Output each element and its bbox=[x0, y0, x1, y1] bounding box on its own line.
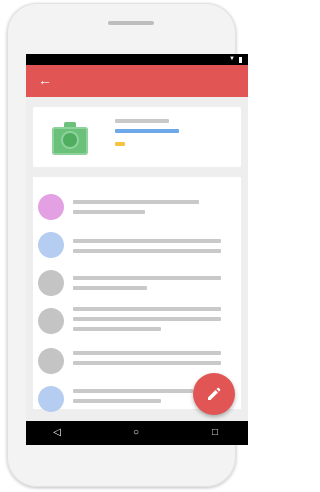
home-circle-icon[interactable]: ○ bbox=[129, 426, 143, 440]
recents-square-icon[interactable]: □ bbox=[208, 426, 222, 440]
wifi-icon: ▼ bbox=[229, 56, 235, 62]
list-item[interactable] bbox=[33, 303, 241, 341]
header-badge bbox=[115, 142, 125, 146]
avatar bbox=[38, 386, 64, 412]
edit-pencil-icon bbox=[208, 387, 221, 400]
edit-fab[interactable] bbox=[193, 373, 235, 415]
avatar bbox=[38, 270, 64, 296]
list-item[interactable] bbox=[33, 189, 241, 227]
header-card bbox=[33, 107, 241, 167]
header-subtitle-placeholder bbox=[115, 129, 179, 133]
app-bar: ← bbox=[26, 65, 248, 97]
list-item[interactable] bbox=[33, 265, 241, 303]
back-arrow-icon[interactable]: ← bbox=[36, 71, 54, 89]
camera-icon bbox=[52, 119, 88, 155]
avatar bbox=[38, 232, 64, 258]
navigation-bar: ◁ ○ □ bbox=[26, 421, 248, 445]
avatar bbox=[38, 194, 64, 220]
header-title-placeholder bbox=[115, 119, 169, 123]
battery-icon bbox=[239, 56, 242, 63]
back-triangle-icon[interactable]: ◁ bbox=[50, 426, 64, 440]
avatar bbox=[38, 308, 64, 334]
avatar bbox=[38, 348, 64, 374]
list-item[interactable] bbox=[33, 227, 241, 265]
status-bar: ▼ bbox=[26, 54, 248, 65]
speaker-grille bbox=[108, 21, 154, 25]
